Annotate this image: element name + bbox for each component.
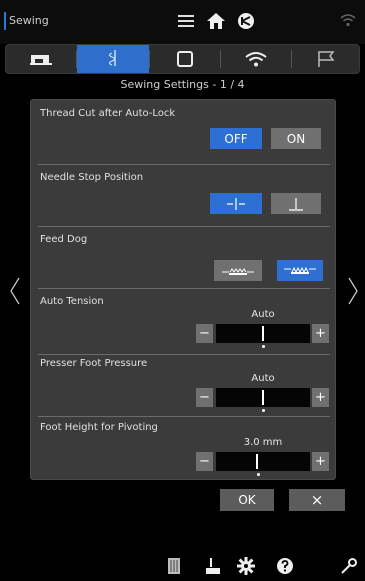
presser-foot-thumb[interactable] — [262, 390, 264, 405]
auto-tension-section: Auto Tension Auto − + — [31, 296, 337, 356]
thread-cut-on-button[interactable]: ON — [271, 128, 321, 149]
foot-height-section: Foot Height for Pivoting 3.0 mm − + — [31, 422, 337, 480]
app-title: Sewing — [9, 14, 49, 27]
help-icon[interactable] — [276, 557, 294, 579]
feed-dog-down-icon — [222, 267, 254, 275]
tab-machine[interactable] — [6, 45, 76, 73]
square-icon — [177, 51, 193, 67]
auto-tension-plus-button[interactable]: + — [312, 324, 329, 343]
foot-height-label: Foot Height for Pivoting — [40, 422, 158, 433]
needle-stop-down-button[interactable] — [271, 193, 321, 214]
foot-height-thumb[interactable] — [256, 454, 258, 469]
thread-cutter-icon[interactable] — [205, 557, 221, 579]
needle-stop-label: Needle Stop Position — [40, 172, 144, 183]
auto-tension-default-dot — [262, 345, 265, 348]
settings-panel: Thread Cut after Auto-Lock OFF ON Needle… — [30, 99, 336, 480]
tab-stitch-settings[interactable] — [77, 45, 149, 73]
foot-height-value: 3.0 mm — [243, 437, 283, 448]
foot-height-minus-button[interactable]: − — [196, 452, 213, 471]
presser-foot-label: Presser Foot Pressure — [40, 358, 148, 369]
feed-dog-label: Feed Dog — [40, 234, 88, 245]
presser-foot-minus-button[interactable]: − — [196, 388, 213, 407]
foot-height-default-dot — [257, 473, 260, 476]
needle-thread-icon — [108, 50, 116, 66]
next-page-arrow[interactable] — [347, 276, 359, 310]
feed-dog-up-icon — [284, 266, 316, 274]
wrench-icon[interactable] — [340, 557, 358, 579]
chevron-right-icon — [348, 277, 358, 305]
ok-button[interactable]: OK — [220, 489, 274, 511]
presser-foot-value: Auto — [251, 373, 275, 384]
tab-wifi[interactable] — [221, 45, 291, 73]
status-bar: Sewing — [0, 0, 365, 44]
foot-height-plus-button[interactable]: + — [312, 452, 329, 471]
cancel-button[interactable]: × — [289, 489, 345, 511]
home-icon[interactable] — [206, 12, 226, 34]
needle-stop-up-button[interactable] — [210, 193, 262, 214]
settings-icon[interactable] — [237, 557, 255, 579]
tab-bar — [5, 44, 360, 74]
auto-tension-slider[interactable] — [216, 324, 310, 343]
menu-icon[interactable] — [176, 12, 196, 34]
prev-page-arrow[interactable] — [9, 276, 21, 310]
needle-up-icon — [227, 197, 245, 210]
machine-icon — [30, 55, 52, 65]
thread-cut-off-button[interactable]: OFF — [210, 128, 262, 149]
auto-tension-label: Auto Tension — [40, 296, 104, 307]
chevron-left-icon — [10, 277, 20, 305]
feed-dog-up-button[interactable] — [277, 260, 323, 281]
tab-flag[interactable] — [292, 45, 360, 73]
thread-cut-label: Thread Cut after Auto-Lock — [40, 108, 176, 119]
needle-stop-section: Needle Stop Position — [31, 172, 337, 228]
needle-down-icon — [289, 197, 303, 211]
stitch-grid-icon[interactable] — [167, 557, 181, 579]
presser-foot-slider[interactable] — [216, 388, 310, 407]
title-accent — [4, 12, 6, 30]
auto-tension-thumb[interactable] — [262, 326, 264, 341]
page-title: Sewing Settings - 1 / 4 — [120, 78, 245, 91]
wifi-icon — [245, 52, 267, 67]
feed-dog-section: Feed Dog — [31, 234, 337, 290]
sewing-mode-icon[interactable] — [236, 12, 256, 34]
feed-dog-down-button[interactable] — [214, 260, 262, 281]
presser-foot-section: Presser Foot Pressure Auto − + — [31, 358, 337, 418]
auto-tension-value: Auto — [251, 309, 275, 320]
thread-cut-section: Thread Cut after Auto-Lock OFF ON — [31, 108, 337, 164]
presser-foot-plus-button[interactable]: + — [312, 388, 329, 407]
presser-foot-default-dot — [262, 409, 265, 412]
flag-icon — [318, 51, 335, 67]
tab-square[interactable] — [150, 45, 220, 73]
wifi-status-icon — [340, 12, 356, 32]
auto-tension-minus-button[interactable]: − — [196, 324, 213, 343]
foot-height-slider[interactable] — [216, 452, 310, 471]
